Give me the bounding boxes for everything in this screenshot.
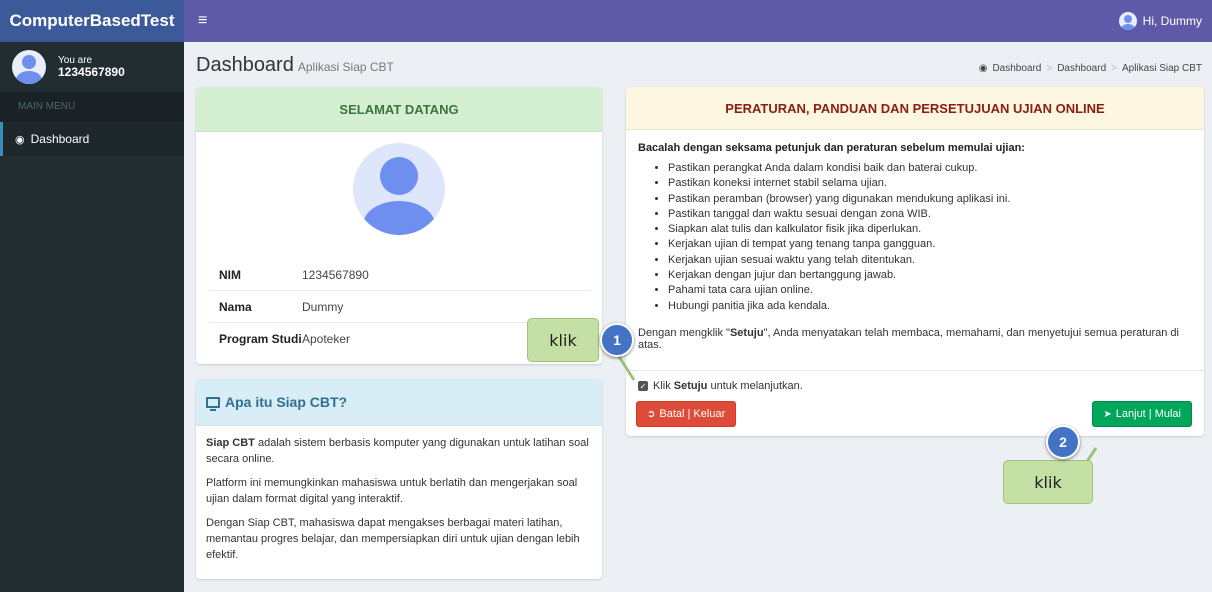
about-title: Apa itu Siap CBT? (196, 379, 602, 426)
rules-consent-text: Dengan mengklik "Setuju", Anda menyataka… (638, 327, 1192, 351)
continue-start-button[interactable]: ➤ Lanjut | Mulai (1092, 401, 1192, 427)
info-label: Program Studi (219, 332, 302, 346)
consent-pre: Dengan mengklik " (638, 326, 730, 339)
rules-divider (626, 370, 1204, 371)
sidebar-user-info: You are 1234567890 (58, 55, 125, 79)
agree-label: Klik Setuju untuk melanjutkan. (653, 380, 803, 392)
rules-item: Pastikan koneksi internet stabil selama … (668, 176, 1192, 191)
info-value: 1234567890 (302, 267, 369, 282)
main-menu-header: MAIN MENU (0, 92, 184, 122)
step-badge-2: 2 (1046, 425, 1080, 459)
continue-start-label: Lanjut | Mulai (1115, 408, 1181, 420)
rules-item: Pastikan peramban (browser) yang digunak… (668, 192, 1192, 207)
about-p1-bold: Siap CBT (206, 437, 255, 449)
top-navbar: ≡ Hi, Dummy (184, 0, 1212, 42)
arrow-circle-right-icon: ➤ (1103, 408, 1112, 420)
sidebar-item-dashboard[interactable]: ◉ Dashboard (0, 122, 184, 156)
monitor-icon (206, 396, 220, 411)
info-row-nim: NIM 1234567890 (210, 259, 590, 291)
sidebar-user-panel: You are 1234567890 (0, 42, 184, 92)
rules-item: Hubungi panitia jika ada kendala. (668, 299, 1192, 314)
hamburger-icon[interactable]: ≡ (198, 13, 207, 29)
rules-title: PERATURAN, PANDUAN DAN PERSETUJUAN UJIAN… (626, 87, 1204, 130)
rules-item: Kerjakan dengan jujur dan bertanggung ja… (668, 268, 1192, 283)
sign-out-icon: ➲ (647, 408, 656, 420)
breadcrumb-separator: > (1111, 63, 1117, 74)
breadcrumb-separator: > (1046, 63, 1053, 74)
brand-suffix: Test (140, 10, 175, 30)
agree-post: untuk melanjutkan. (707, 380, 803, 392)
info-value: Dummy (302, 299, 344, 314)
rules-list: Pastikan perangkat Anda dalam kondisi ba… (638, 161, 1192, 314)
info-label: Nama (219, 299, 252, 314)
sidebar: You are 1234567890 MAIN MENU ◉ Dashboard (0, 42, 184, 592)
user-avatar-icon (1118, 12, 1137, 30)
brand-prefix: Computer (9, 10, 90, 30)
sidebar-user-nim: 1234567890 (58, 64, 125, 79)
breadcrumb: ◉ Dashboard > Dashboard > Aplikasi Siap … (979, 63, 1202, 74)
page-subtitle: Aplikasi Siap CBT (297, 60, 394, 74)
callout-klik-2: klik (1003, 460, 1093, 504)
rules-box: PERATURAN, PANDUAN DAN PERSETUJUAN UJIAN… (626, 87, 1204, 436)
breadcrumb-item-2[interactable]: Dashboard (1057, 63, 1106, 74)
consent-bold: Setuju (729, 326, 764, 339)
info-value: Apoteker (302, 332, 351, 346)
breadcrumb-item-1[interactable]: Dashboard (992, 63, 1041, 74)
callout-klik-1: klik (527, 318, 599, 362)
dashboard-icon: ◉ (978, 63, 988, 74)
brand-bold: Based (89, 10, 141, 30)
page-title: Dashboard Aplikasi Siap CBT (196, 54, 394, 77)
dashboard-icon: ◉ (15, 133, 25, 146)
agree-bold: Setuju (673, 380, 708, 392)
sidebar-item-label: Dashboard (30, 132, 90, 146)
rules-intro: Bacalah dengan seksama petunjuk dan pera… (638, 142, 1025, 154)
about-body: Siap CBT adalah sistem berbasis komputer… (196, 426, 602, 564)
about-paragraph-2: Platform ini memungkinkan mahasiswa untu… (206, 476, 578, 505)
cancel-exit-button[interactable]: ➲ Batal | Keluar (636, 401, 737, 427)
info-label: NIM (219, 267, 241, 282)
agree-checkbox-row[interactable]: ✓ Klik Setuju untuk melanjutkan. (638, 380, 803, 392)
rules-item: Pastikan tanggal dan waktu sesuai dengan… (668, 207, 1192, 222)
about-p1-rest: adalah sistem berbasis komputer yang dig… (206, 437, 589, 465)
page-title-text: Dashboard (196, 54, 294, 76)
cancel-exit-label: Batal | Keluar (659, 408, 726, 420)
welcome-title: SELAMAT DATANG (196, 87, 602, 132)
profile-avatar-icon (353, 143, 445, 235)
about-title-text: Apa itu Siap CBT? (225, 394, 348, 410)
about-paragraph-3: Dengan Siap CBT, mahasiswa dapat mengaks… (206, 516, 580, 561)
breadcrumb-item-3: Aplikasi Siap CBT (1121, 63, 1202, 74)
agree-pre: Klik (653, 380, 674, 392)
agree-checkbox[interactable]: ✓ (638, 381, 648, 391)
sidebar-avatar-icon (12, 50, 46, 84)
rules-item: Kerjakan ujian sesuai waktu yang telah d… (668, 253, 1192, 268)
rules-body: Bacalah dengan seksama petunjuk dan pera… (626, 130, 1204, 351)
user-greeting: Hi, Dummy (1142, 14, 1202, 28)
rules-item: Kerjakan ujian di tempat yang tenang tan… (668, 237, 1192, 252)
about-paragraph-1: Siap CBT adalah sistem berbasis komputer… (206, 436, 590, 468)
rules-item: Pahami tata cara ujian online. (668, 283, 1192, 298)
content-header: Dashboard Aplikasi Siap CBT ◉ Dashboard >… (196, 54, 1202, 80)
rules-item: Siapkan alat tulis dan kalkulator fisik … (668, 222, 1192, 237)
step-badge-1: 1 (600, 323, 634, 357)
brand-logo[interactable]: Computer Based Test (0, 0, 184, 42)
user-menu[interactable]: Hi, Dummy (1118, 12, 1202, 30)
rules-item: Pastikan perangkat Anda dalam kondisi ba… (668, 161, 1192, 176)
about-box: Apa itu Siap CBT? Siap CBT adalah sistem… (196, 379, 602, 579)
